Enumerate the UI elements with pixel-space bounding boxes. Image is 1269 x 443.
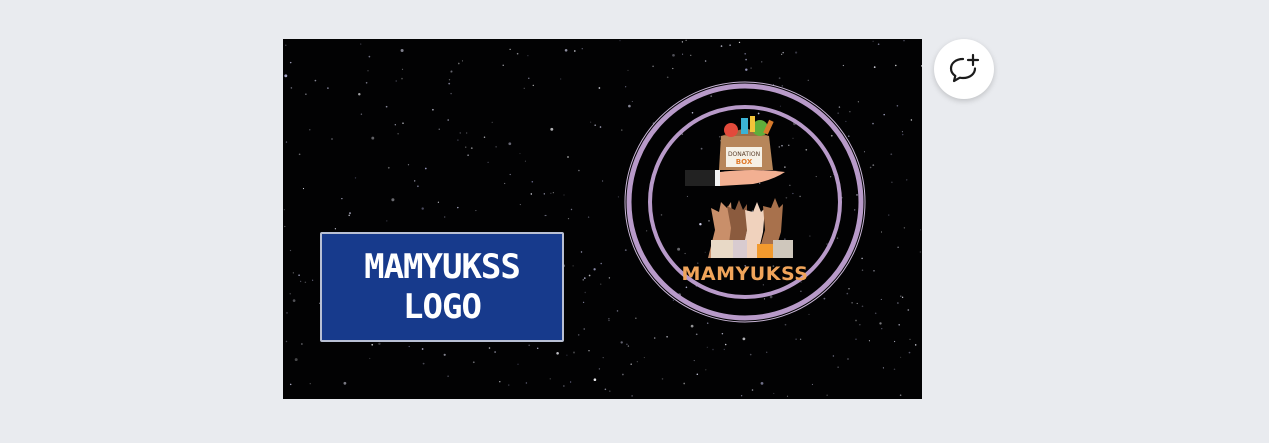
- mamyukss-logo[interactable]: DONATION BOX MAMYUKSS: [623, 80, 867, 324]
- title-line-2: LOGO: [403, 287, 482, 327]
- title-text-box[interactable]: MAMYUKSS LOGO: [320, 232, 564, 342]
- donation-box-icon: DONATION BOX: [719, 116, 774, 170]
- slide-canvas[interactable]: MAMYUKSS LOGO DONATION BOX MAMYUKSS: [283, 39, 922, 399]
- title-line-1: MAMYUKSS: [364, 247, 521, 287]
- reaching-hands-icon: [708, 198, 793, 258]
- giving-hand-icon: [685, 170, 785, 186]
- logo-caption: MAMYUKSS: [682, 263, 809, 285]
- add-comment-icon: [949, 53, 980, 83]
- add-comment-button[interactable]: [934, 39, 994, 99]
- logo-box-label-2: BOX: [736, 158, 753, 166]
- logo-box-label-1: DONATION: [728, 151, 760, 158]
